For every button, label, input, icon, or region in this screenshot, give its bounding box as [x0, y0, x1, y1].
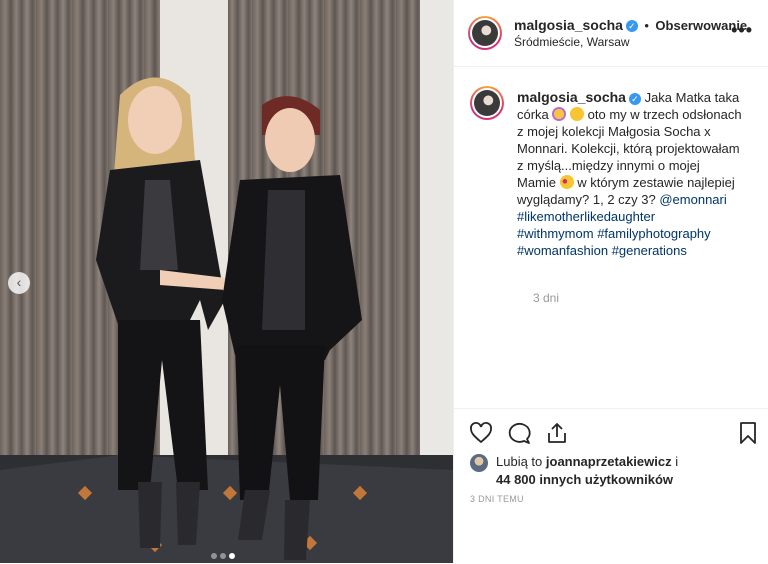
carousel-dot — [220, 553, 226, 559]
action-bar: Lubią to joannaprzetakiewicz i 44 800 in… — [454, 408, 768, 564]
likes-suffix: i — [675, 454, 679, 469]
hashtag-link[interactable]: #generations — [612, 243, 687, 258]
header-line: malgosia_socha ✓ • Obserwowanie — [514, 17, 747, 35]
mention-link[interactable]: @emonnari — [659, 192, 726, 207]
caption-text: malgosia_socha ✓ Jaka Matka taka córka ot… — [517, 89, 742, 259]
hashtag-link[interactable]: #familyphotography — [597, 226, 710, 241]
post-photo[interactable]: ‹ — [0, 0, 453, 563]
post-panel: malgosia_socha ✓ • Obserwowanie Śródmieśc… — [453, 0, 768, 563]
hashtag-link[interactable]: #withmymom — [517, 226, 594, 241]
carousel-prev-button[interactable]: ‹ — [8, 272, 30, 294]
liker-username[interactable]: joannaprzetakiewicz — [546, 454, 672, 469]
likes-prefix: Lubią to — [496, 454, 543, 469]
woman-gesture-emoji-icon — [552, 107, 567, 121]
header-username[interactable]: malgosia_socha — [514, 17, 623, 33]
post-header: malgosia_socha ✓ • Obserwowanie Śródmieśc… — [454, 0, 768, 67]
header-separator: • — [644, 18, 649, 33]
heart-eyes-emoji-icon — [559, 175, 574, 189]
caption-username[interactable]: malgosia_socha — [517, 89, 626, 105]
verified-icon: ✓ — [628, 92, 641, 105]
post-timestamp[interactable]: 3 DNI TEMU — [470, 494, 524, 504]
more-options-icon[interactable]: ••• — [731, 20, 753, 41]
comment-icon[interactable] — [507, 421, 531, 445]
liker-avatar[interactable] — [470, 454, 488, 472]
carousel-dot — [211, 553, 217, 559]
grinning-emoji-icon — [570, 107, 585, 121]
caption-age: 3 dni — [533, 291, 560, 305]
hashtag-link[interactable]: #likemotherlikedaughter — [517, 209, 655, 224]
verified-icon: ✓ — [625, 19, 638, 32]
likes-line1: Lubią to joannaprzetakiewicz i — [496, 453, 678, 471]
avatar[interactable] — [468, 16, 502, 50]
likes-count-button[interactable]: 44 800 innych użytkowników — [496, 471, 673, 489]
carousel-dots — [211, 546, 238, 563]
avatar-image — [472, 20, 498, 46]
bookmark-icon[interactable] — [736, 421, 760, 445]
share-icon[interactable] — [545, 421, 569, 445]
carousel-dot-active — [229, 553, 235, 559]
heart-icon[interactable] — [469, 421, 493, 445]
caption-avatar[interactable] — [470, 86, 504, 120]
avatar-image — [474, 90, 500, 116]
location-link[interactable]: Śródmieście, Warsaw — [514, 35, 630, 49]
photo-scene — [0, 0, 453, 563]
hashtag-link[interactable]: #womanfashion — [517, 243, 608, 258]
